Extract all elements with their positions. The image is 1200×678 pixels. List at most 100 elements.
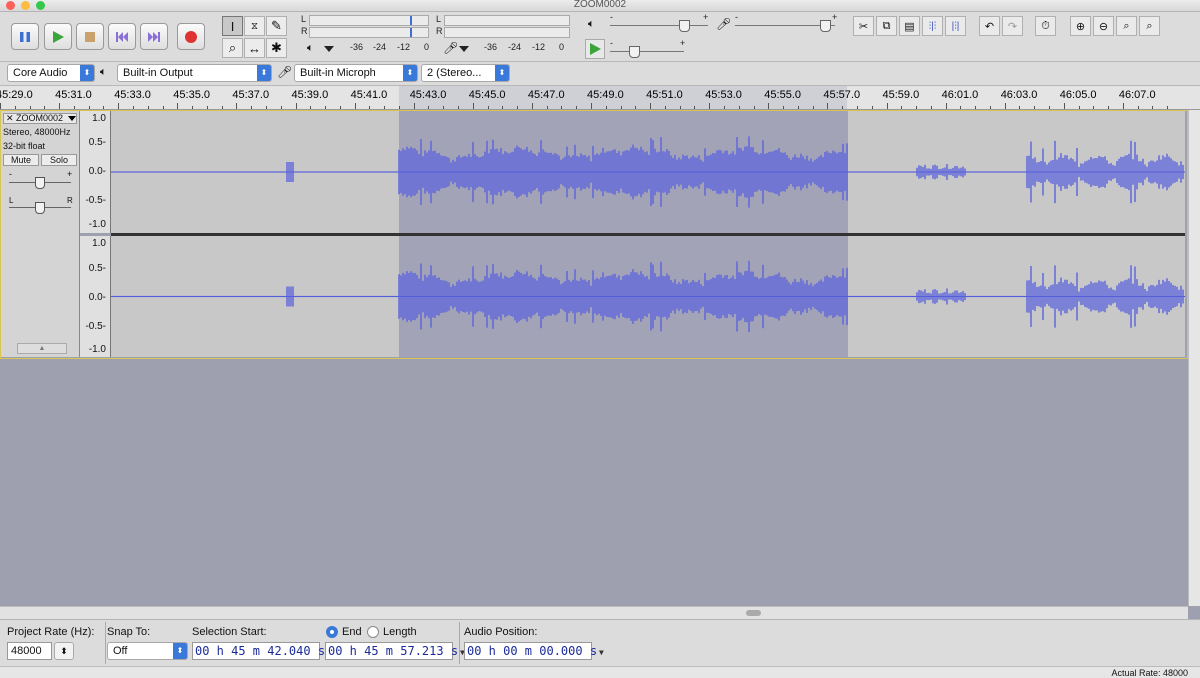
audio-position-time[interactable]: 00 h 00 m 00.000 s ▼ (464, 642, 604, 660)
stop-button[interactable] (76, 23, 104, 50)
horizontal-scrollbar[interactable] (0, 606, 1188, 619)
ibeam-icon: I (230, 18, 235, 34)
ruler-tick (1063, 103, 1065, 109)
chevron-updown-icon: ⬍ (495, 65, 509, 81)
selection-tool[interactable]: I (222, 16, 243, 36)
redo-button[interactable]: ↷ (1002, 16, 1023, 36)
end-radio[interactable] (326, 626, 338, 638)
playback-meter-right[interactable] (309, 27, 429, 38)
play-tick-1: -36 (350, 42, 364, 52)
chevron-down-icon[interactable] (324, 46, 334, 52)
pan-left-label: L (9, 196, 14, 205)
skip-end-icon (148, 31, 160, 42)
vertical-ruler-left-channel[interactable]: 1.0 0.5- 0.0- -0.5- -1.0 (80, 111, 111, 233)
ruler-label: 45:41.0 (350, 89, 388, 101)
timeshift-tool[interactable]: ↔ (244, 38, 265, 58)
fit-selection-button[interactable]: ⌕ (1116, 16, 1137, 36)
scale-label: -0.5- (85, 321, 106, 332)
paste-button[interactable]: ▤ (899, 16, 920, 36)
ruler-tick (458, 106, 460, 109)
fit-project-button[interactable]: ⌕ (1139, 16, 1160, 36)
gain-slider-thumb[interactable] (35, 177, 45, 189)
project-rate-dropdown[interactable]: ⬍ (54, 642, 74, 660)
draw-tool[interactable]: ✎ (266, 16, 287, 36)
chevron-updown-icon: ⬍ (80, 65, 94, 81)
ruler-tick (1019, 106, 1021, 109)
rec-tick-2: -24 (508, 42, 522, 52)
redo-icon: ↷ (1007, 20, 1018, 33)
vertical-ruler-right-channel[interactable]: 1.0 0.5- 0.0- -0.5- -1.0 (80, 236, 111, 357)
speaker-icon: 🔈︎ (100, 66, 107, 78)
timer-icon: ⏱︎ (1041, 19, 1050, 32)
ruler-label: 46:01.0 (941, 89, 979, 101)
play-button[interactable] (44, 23, 72, 50)
ruler-tick (635, 106, 637, 109)
ruler-label: 46:07.0 (1118, 89, 1156, 101)
cut-button[interactable]: ✂ (853, 16, 874, 36)
ruler-tick (842, 106, 844, 109)
zoom-out-button[interactable]: ⊖ (1093, 16, 1114, 36)
playback-meter-left[interactable] (309, 15, 429, 26)
ruler-tick (369, 106, 371, 109)
skip-to-end-button[interactable] (140, 23, 168, 50)
project-rate-label: Project Rate (Hz): (7, 626, 95, 638)
play-speed-thumb[interactable] (629, 46, 640, 58)
zoom-in-button[interactable]: ⊕ (1070, 16, 1091, 36)
skip-to-start-button[interactable] (108, 23, 136, 50)
timeline-ruler[interactable]: 45:29.0 45:31.0 45:33.0 45:35.0 45:37.0 45:39… (0, 86, 1200, 110)
ruler-label: 45:55.0 (764, 89, 801, 101)
output-volume-slider[interactable] (610, 25, 708, 26)
waveform-right-channel[interactable] (111, 236, 1185, 357)
track-name-menu[interactable]: ✕ ZOOM0002 (3, 113, 77, 124)
ruler-label: 45:37.0 (232, 89, 270, 101)
ruler-tick (960, 106, 962, 109)
solo-button[interactable]: Solo (41, 154, 77, 166)
record-meter-left[interactable] (444, 15, 570, 26)
snap-to-select[interactable]: Off ⬍ (107, 642, 188, 660)
input-device-value: Built-in Microph (300, 67, 376, 79)
ruler-label: 46:03.0 (1000, 89, 1038, 101)
envelope-tool[interactable]: ⧖ (244, 16, 265, 36)
multi-tool[interactable]: ✱ (266, 38, 287, 58)
input-volume-thumb[interactable] (820, 20, 831, 32)
close-icon[interactable]: ✕ (6, 113, 14, 124)
pan-slider-thumb[interactable] (35, 202, 45, 214)
project-rate-input[interactable]: 48000 (7, 642, 52, 660)
horizontal-scroll-thumb[interactable] (746, 610, 761, 616)
chevron-down-icon: ▼ (599, 648, 604, 657)
vertical-scrollbar[interactable] (1188, 110, 1200, 606)
collapse-track-button[interactable]: ▲ (17, 343, 67, 354)
zoom-tool[interactable]: ⌕ (222, 38, 243, 58)
audio-position-value: 00 h 00 m 00.000 s (467, 644, 598, 658)
output-volume-thumb[interactable] (679, 20, 690, 32)
ruler-tick (576, 106, 578, 109)
selection-start-time[interactable]: 00 h 45 m 42.040 s▼ (192, 642, 332, 660)
input-channels-select[interactable]: 2 (Stereo... ⬍ (421, 64, 510, 82)
waveform-left-channel[interactable] (111, 111, 1185, 233)
ruler-tick (1034, 106, 1036, 109)
ruler-tick (1093, 106, 1095, 109)
chevron-down-icon[interactable] (459, 46, 469, 52)
mute-button[interactable]: Mute (3, 154, 39, 166)
length-radio[interactable] (367, 626, 379, 638)
ruler-label: 45:39.0 (291, 89, 329, 101)
pause-button[interactable] (11, 23, 39, 50)
selection-end-time[interactable]: 00 h 45 m 57.213 s ▼ (325, 642, 465, 660)
play-at-speed-button[interactable] (585, 39, 605, 59)
input-device-select[interactable]: Built-in Microph ⬍ (294, 64, 418, 82)
output-device-select[interactable]: Built-in Output ⬍ (117, 64, 272, 82)
ruler-tick (930, 106, 932, 109)
record-button[interactable] (177, 23, 205, 50)
record-meter-right[interactable] (444, 27, 570, 38)
audio-host-select[interactable]: Core Audio ⬍ (7, 64, 95, 82)
copy-button[interactable]: ⧉ (876, 16, 897, 36)
play-speed-slider[interactable] (610, 51, 684, 52)
sync-lock-button[interactable]: ⏱︎ (1035, 16, 1056, 36)
zoom-in-icon: ⊕ (1075, 20, 1086, 33)
trim-button[interactable]: ⫶|⫶ (922, 16, 943, 36)
divider (105, 622, 106, 664)
ruler-label: 45:33.0 (114, 89, 151, 101)
scale-label: 1.0 (92, 113, 106, 124)
undo-button[interactable]: ↶ (979, 16, 1000, 36)
silence-button[interactable]: |⫶| (945, 16, 966, 36)
